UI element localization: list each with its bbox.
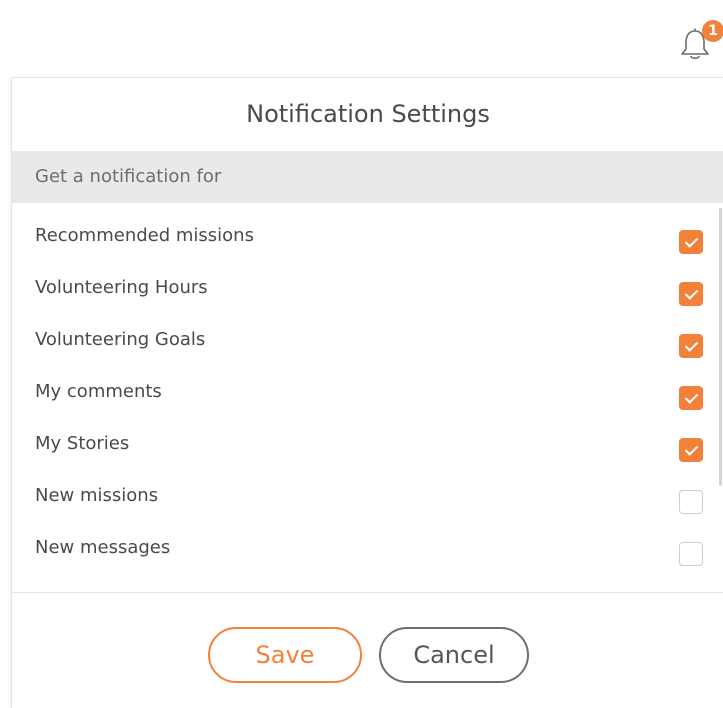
option-checkbox[interactable]	[679, 386, 703, 410]
option-checkbox[interactable]	[679, 334, 703, 358]
footer-divider	[12, 592, 723, 593]
option-row-volunteering-hours[interactable]: Volunteering Hours	[12, 255, 723, 307]
notification-bell-button[interactable]: 1	[680, 20, 723, 64]
option-row-new-messages[interactable]: New messages	[12, 515, 723, 567]
option-label: My comments	[35, 381, 162, 402]
notification-count-badge: 1	[702, 20, 723, 42]
checkmark-icon	[684, 234, 699, 248]
option-label: New missions	[35, 485, 159, 506]
option-checkbox[interactable]	[679, 542, 703, 566]
checkmark-icon	[684, 286, 699, 300]
option-checkbox[interactable]	[679, 438, 703, 462]
option-label: Volunteering Hours	[35, 277, 208, 298]
section-header-label: Get a notification for	[35, 166, 222, 187]
option-label: Volunteering Goals	[35, 329, 206, 350]
page: 1 Notification Settings Get a notificati…	[0, 0, 723, 708]
option-label: New messages	[35, 537, 171, 558]
option-row-new-missions[interactable]: New missions	[12, 463, 723, 515]
panel-title: Notification Settings	[246, 100, 490, 128]
section-header: Get a notification for	[12, 151, 723, 203]
option-row-recommended-missions[interactable]: Recommended missions	[12, 203, 723, 255]
option-label: Recommended missions	[35, 225, 254, 246]
notification-options-list: Recommended missions Volunteering Hours …	[12, 203, 723, 591]
option-label: My Stories	[35, 433, 130, 454]
option-checkbox[interactable]	[679, 282, 703, 306]
option-checkbox[interactable]	[679, 230, 703, 254]
checkmark-icon	[684, 338, 699, 352]
list-scrollbar[interactable]	[719, 208, 722, 486]
save-button[interactable]: Save	[208, 627, 362, 683]
option-row-my-comments[interactable]: My comments	[12, 359, 723, 411]
cancel-button[interactable]: Cancel	[379, 627, 529, 683]
checkmark-icon	[684, 442, 699, 456]
option-checkbox[interactable]	[679, 490, 703, 514]
checkmark-icon	[684, 390, 699, 404]
option-row-volunteering-goals[interactable]: Volunteering Goals	[12, 307, 723, 359]
notification-settings-panel: Notification Settings Get a notification…	[11, 77, 723, 708]
option-row-my-stories[interactable]: My Stories	[12, 411, 723, 463]
